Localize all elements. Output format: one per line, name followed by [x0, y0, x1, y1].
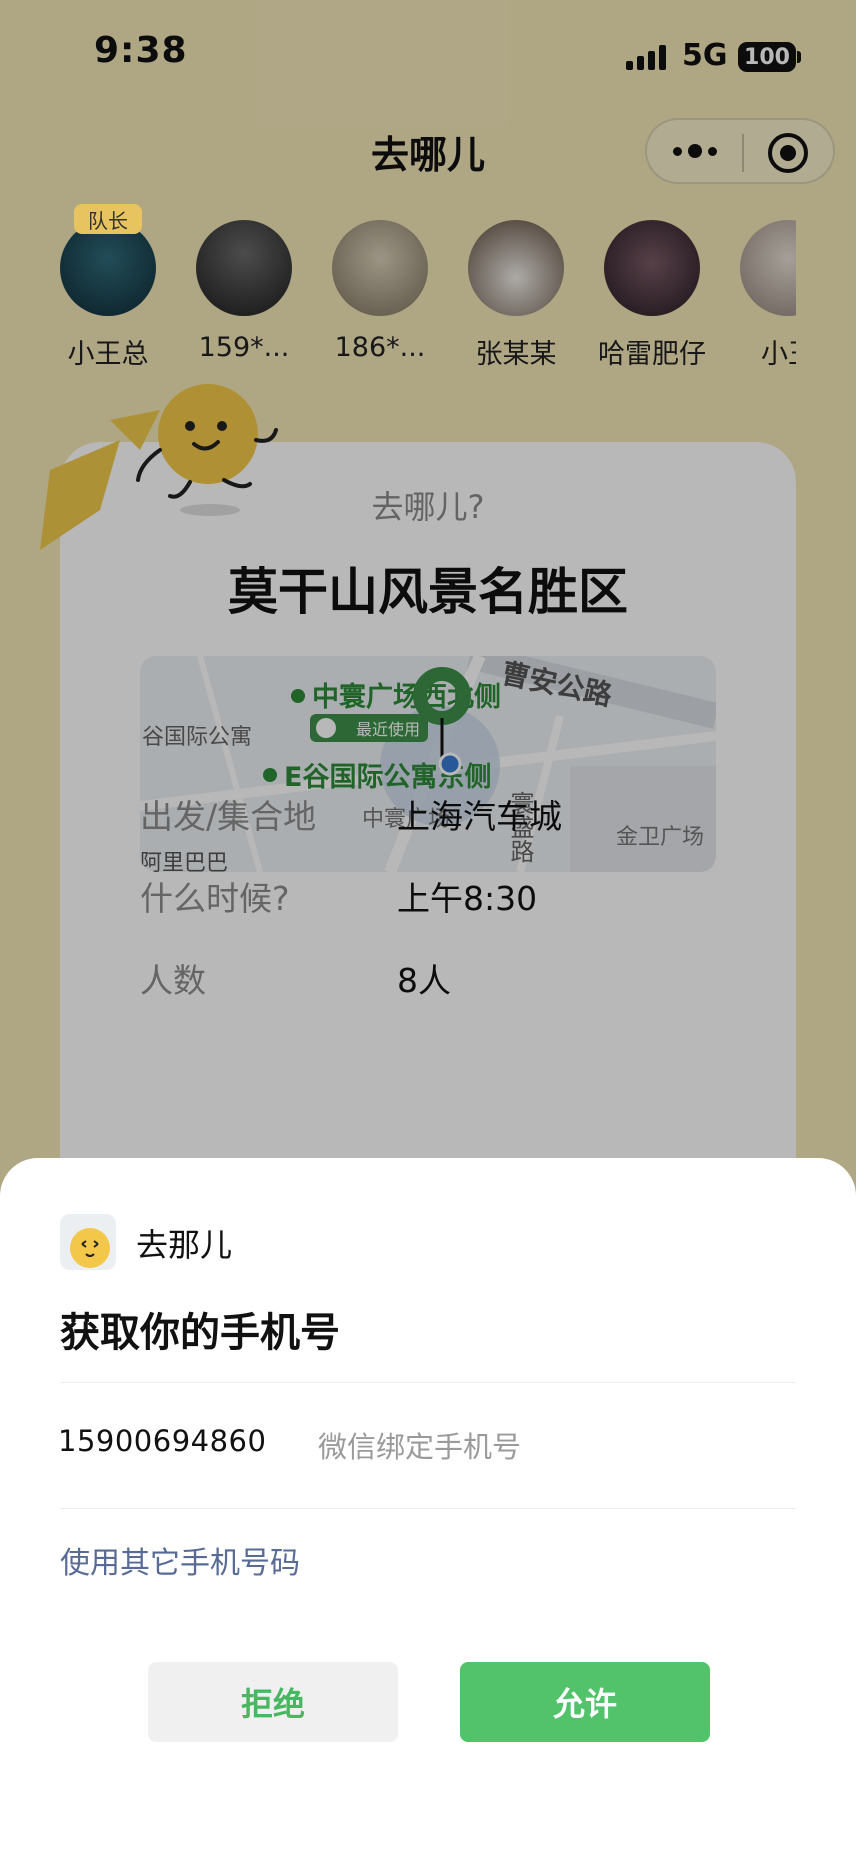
sheet-title: 获取你的手机号	[60, 1310, 340, 1356]
phone-permission-sheet: 去那儿 获取你的手机号 15900694860 微信绑定手机号 使用其它手机号码…	[0, 1158, 856, 1852]
use-other-phone-link[interactable]: 使用其它手机号码	[60, 1538, 300, 1582]
reject-button[interactable]: 拒绝	[148, 1662, 398, 1742]
phone-number: 15900694860	[58, 1424, 267, 1458]
allow-button[interactable]: 允许	[460, 1662, 710, 1742]
app-logo-icon	[60, 1214, 116, 1270]
divider	[60, 1508, 796, 1509]
phone-option[interactable]: 15900694860 微信绑定手机号	[0, 1382, 856, 1508]
app-name: 去那儿	[136, 1226, 233, 1264]
phone-description: 微信绑定手机号	[318, 1430, 522, 1464]
leader-badge: 队长	[74, 204, 142, 234]
